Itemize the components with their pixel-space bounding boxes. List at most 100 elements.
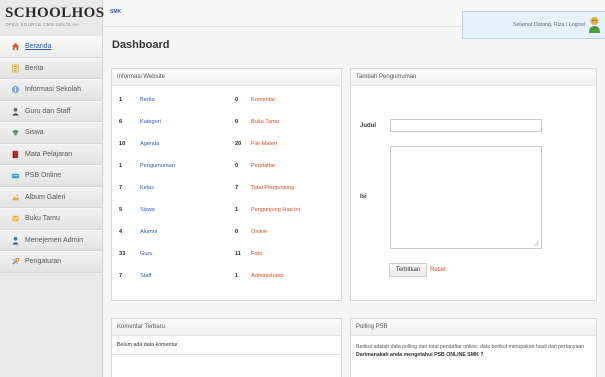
stat-link[interactable]: Alumni (140, 229, 157, 235)
sidebar-item-label: Menejemen Admin (25, 236, 83, 244)
stat-count: 11 (235, 251, 241, 257)
stat-link[interactable]: File Materi (251, 141, 277, 147)
book-icon (11, 150, 20, 159)
sidebar-item-buku-tamu[interactable]: Buku Tamu (0, 208, 102, 230)
logo[interactable]: SCHOOLHOS OPEN SOURCE CMS SEKOLAH (0, 0, 104, 36)
resize-handle-icon[interactable] (533, 240, 539, 246)
sidebar-item-mata-pelajaran[interactable]: Mata Pelajaran (0, 143, 102, 165)
sidebar: SCHOOLHOS OPEN SOURCE CMS SEKOLAH Berand… (0, 0, 104, 377)
logo-subtitle: OPEN SOURCE CMS SEKOLAH (5, 22, 79, 27)
sidebar-item-siswa[interactable]: Siswa (0, 122, 102, 144)
main-content: Dashboard Informasi Website 1 Berita 0 K… (104, 27, 605, 377)
sidebar-item-label: Siswa (25, 129, 44, 137)
sidebar-item-label: PSB Online (25, 172, 62, 180)
info-panel: Informasi Website 1 Berita 0 Komentar 6 … (111, 68, 342, 301)
announcement-form-title: Tambah Pengumuman (351, 69, 596, 86)
info-row: 7 Staff 1 Administrator (112, 271, 343, 281)
site-tag[interactable]: SMK (110, 9, 121, 15)
stat-count: 0 (235, 163, 239, 169)
teacher-icon (11, 107, 20, 116)
sidebar-item-label: Mata Pelajaran (25, 150, 73, 158)
sidebar-item-beranda[interactable]: Beranda (0, 36, 102, 58)
recent-comments-title: Komentar Terbaru (112, 319, 341, 336)
stat-link[interactable]: Kelas (140, 185, 154, 191)
info-row: 7 Kelas 7 Total Pengunjung (112, 183, 343, 193)
sidebar-item-pengaturan[interactable]: Pengaturan (0, 251, 102, 273)
stat-link[interactable]: Pengunjung Hari ini (251, 207, 300, 213)
poll-panel: Polling PSB Berikut adalah data polling … (350, 318, 597, 377)
sidebar-item-guru-dan-staff[interactable]: Guru dan Staff (0, 100, 102, 122)
reset-button[interactable]: Reset (430, 263, 454, 277)
stat-link[interactable]: Komentar (251, 97, 275, 103)
sidebar-item-label: Beranda (25, 43, 52, 51)
stat-count: 33 (119, 251, 126, 257)
poll-description: Berikut adalah data polling dari total p… (351, 336, 596, 359)
sidebar-item-berita[interactable]: Berita (0, 57, 102, 79)
stat-count: 10 (119, 141, 126, 147)
sidebar-item-label: Buku Tamu (25, 215, 60, 223)
stat-link[interactable]: Buku Tamu (251, 119, 279, 125)
stat-link[interactable]: Guru (140, 251, 152, 257)
poll-question: Darimanakah anda mengetahui PSB ONLINE S… (356, 352, 484, 358)
stat-count: 7 (119, 273, 123, 279)
stat-link[interactable]: Berita (140, 97, 155, 103)
sidebar-item-menejemen-admin[interactable]: Menejemen Admin (0, 229, 102, 251)
body-label: Isi (360, 194, 367, 200)
stat-count: 6 (119, 119, 123, 125)
stat-link[interactable]: Kategori (140, 119, 161, 125)
poll-description-text: Berikut adalah data polling dari total p… (356, 344, 585, 350)
announcement-title-input[interactable] (390, 119, 542, 132)
user-greeting[interactable]: Selamat Datang, Riza | Logout (513, 22, 585, 28)
user-box: Selamat Datang, Riza | Logout (462, 11, 605, 39)
info-row: 10 Agenda 20 File Materi (112, 139, 343, 149)
info-panel-title: Informasi Website (112, 69, 341, 86)
top-bar: SMK Selamat Datang, Riza | Logout (104, 0, 605, 39)
title-label: Judul (360, 123, 376, 129)
home-icon (11, 42, 20, 51)
stat-count: 1 (235, 273, 239, 279)
stat-link[interactable]: Pengumuman (140, 163, 175, 169)
publish-button[interactable]: Terbitkan (389, 263, 427, 277)
announcement-form-panel: Tambah Pengumuman Judul Isi Terbitkan Re… (350, 68, 597, 301)
info-row: 1 Berita 0 Komentar (112, 95, 343, 105)
stat-count: 0 (235, 229, 239, 235)
info-row: 4 Alumni 0 Online (112, 227, 343, 237)
stat-count: 1 (119, 163, 123, 169)
user-avatar-icon (589, 17, 600, 33)
stat-link[interactable]: Online (251, 229, 267, 235)
sidebar-item-album-galeri[interactable]: Album Galeri (0, 186, 102, 208)
stat-count: 4 (119, 229, 123, 235)
stat-link[interactable]: Total Pengunjung (251, 185, 294, 191)
stat-count: 7 (235, 185, 239, 191)
sidebar-item-label: Guru dan Staff (25, 107, 71, 115)
gallery-icon (11, 193, 20, 202)
stat-link[interactable]: Foto (251, 251, 262, 257)
guestbook-icon (11, 214, 20, 223)
info-row: 5 Siswa 1 Pengunjung Hari ini (112, 205, 343, 215)
stat-link[interactable]: Administrator (251, 273, 284, 279)
stat-link[interactable]: Agenda (140, 141, 159, 147)
registration-icon (11, 171, 20, 180)
stat-count: 5 (119, 207, 123, 213)
stat-link[interactable]: Pendaftar (251, 163, 275, 169)
sidebar-item-informasi-sekolah[interactable]: Informasi Sekolah (0, 79, 102, 101)
admin-icon (11, 236, 20, 245)
stat-count: 20 (235, 141, 242, 147)
page-title: Dashboard (112, 39, 170, 51)
sidebar-nav: Beranda Berita Informasi Sekolah Guru da… (0, 36, 102, 273)
announcement-body-textarea[interactable] (390, 146, 542, 249)
settings-icon (11, 257, 20, 266)
poll-panel-title: Polling PSB (351, 319, 596, 336)
stat-count: 0 (235, 119, 239, 125)
recent-comments-panel: Komentar Terbaru Belum ada data komentar (111, 318, 342, 377)
empty-comments-text: Belum ada data komentar (112, 336, 341, 355)
info-icon (11, 85, 20, 94)
sidebar-item-label: Informasi Sekolah (25, 86, 82, 94)
stat-count: 0 (235, 97, 239, 103)
stat-count: 1 (119, 97, 123, 103)
stat-link[interactable]: Staff (140, 273, 151, 279)
sidebar-item-label: Berita (25, 64, 44, 72)
sidebar-item-psb-online[interactable]: PSB Online (0, 165, 102, 187)
info-row: 33 Guru 11 Foto (112, 249, 343, 259)
stat-link[interactable]: Siswa (140, 207, 155, 213)
